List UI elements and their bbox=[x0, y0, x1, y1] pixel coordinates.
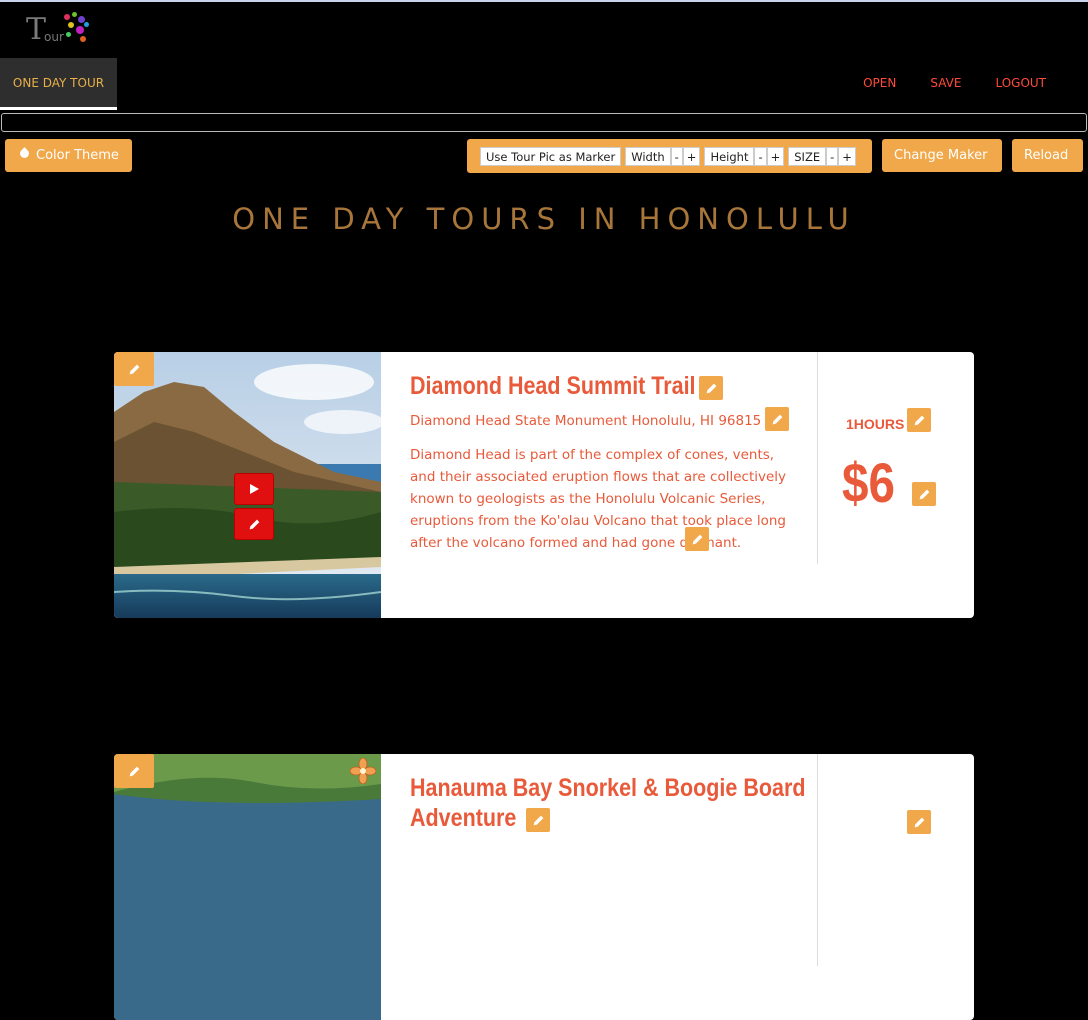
logo-subtext: our bbox=[44, 30, 64, 44]
pencil-icon bbox=[914, 415, 924, 425]
tour-title: Diamond Head Summit Trail bbox=[410, 372, 696, 400]
pencil-icon bbox=[533, 815, 543, 825]
tour-address: Diamond Head State Monument Honolulu, HI… bbox=[410, 413, 762, 429]
flower-icon bbox=[350, 758, 376, 784]
hanauma-bay-photo bbox=[114, 754, 381, 1020]
marker-options-group: Use Tour Pic as Marker Width - + Height … bbox=[467, 139, 872, 173]
edit-photo-button[interactable] bbox=[114, 754, 154, 788]
change-maker-button[interactable]: Change Maker bbox=[882, 139, 1002, 172]
pencil-icon bbox=[249, 519, 259, 529]
pencil-icon bbox=[919, 489, 929, 499]
size-plus-button[interactable]: + bbox=[838, 146, 856, 166]
height-label: Height bbox=[704, 146, 755, 166]
pencil-icon bbox=[914, 817, 924, 827]
tour-description: Diamond Head is part of the complex of c… bbox=[410, 447, 787, 551]
pencil-icon bbox=[129, 364, 139, 374]
edit-duration-button[interactable] bbox=[907, 810, 931, 834]
play-video-button[interactable] bbox=[234, 473, 274, 505]
tour-photo bbox=[114, 754, 381, 1020]
pencil-icon bbox=[129, 766, 139, 776]
pencil-icon bbox=[772, 414, 782, 424]
logo-dot bbox=[80, 36, 86, 42]
tour-price: $6 bbox=[842, 451, 895, 514]
height-minus-button[interactable]: - bbox=[754, 146, 767, 166]
logo-dot bbox=[72, 12, 77, 17]
edit-photo-button[interactable] bbox=[114, 352, 154, 386]
edit-address-button[interactable] bbox=[765, 407, 789, 431]
edit-title-button[interactable] bbox=[699, 376, 723, 400]
tour-card: Hanauma Bay Snorkel & Boogie Board Adven… bbox=[114, 754, 974, 1020]
color-theme-button[interactable]: Color Theme bbox=[5, 139, 132, 172]
input-bar[interactable] bbox=[1, 113, 1087, 132]
use-tour-pic-button[interactable]: Use Tour Pic as Marker bbox=[480, 146, 622, 166]
tour-card: Diamond Head Summit Trail Diamond Head S… bbox=[114, 352, 974, 618]
play-icon bbox=[250, 484, 259, 494]
card-divider bbox=[817, 754, 818, 966]
logo-dot bbox=[76, 26, 84, 34]
nav-save-link[interactable]: SAVE bbox=[930, 76, 961, 90]
nav-links: OPEN SAVE LOGOUT bbox=[863, 76, 1046, 90]
page-title: ONE DAY TOURS IN HONOLULU bbox=[232, 202, 856, 236]
edit-duration-button[interactable] bbox=[907, 408, 931, 432]
height-plus-button[interactable]: + bbox=[766, 146, 785, 166]
width-label: Width bbox=[625, 146, 671, 166]
logo-dot bbox=[68, 22, 74, 28]
width-minus-button[interactable]: - bbox=[670, 146, 683, 166]
logo-dot bbox=[84, 22, 89, 27]
edit-description-button[interactable] bbox=[685, 527, 709, 551]
pencil-icon bbox=[692, 534, 702, 544]
logo-letter: T bbox=[26, 12, 47, 47]
width-plus-button[interactable]: + bbox=[682, 146, 701, 166]
app-logo[interactable]: T our bbox=[22, 10, 94, 50]
logo-dot bbox=[64, 14, 70, 20]
reload-button[interactable]: Reload bbox=[1012, 139, 1083, 172]
tour-photo bbox=[114, 352, 381, 618]
nav-logout-link[interactable]: LOGOUT bbox=[995, 76, 1046, 90]
card-divider bbox=[817, 352, 818, 564]
size-minus-button[interactable]: - bbox=[826, 146, 839, 166]
tour-title-line2: Adventure bbox=[410, 804, 517, 832]
tour-title: Hanauma Bay Snorkel & Boogie Board bbox=[410, 774, 806, 802]
edit-title-button[interactable] bbox=[526, 808, 550, 832]
edit-price-button[interactable] bbox=[912, 482, 936, 506]
water-drop-icon bbox=[18, 147, 31, 160]
logo-dot bbox=[66, 32, 71, 37]
window-top-border bbox=[0, 0, 1088, 2]
edit-video-button[interactable] bbox=[234, 508, 274, 540]
color-theme-label: Color Theme bbox=[36, 148, 119, 163]
nav-tab-one-day-tour[interactable]: ONE DAY TOUR bbox=[0, 58, 117, 110]
tour-duration: 1HOURS bbox=[846, 416, 905, 432]
pencil-icon bbox=[706, 383, 716, 393]
size-label: SIZE bbox=[788, 146, 827, 166]
nav-open-link[interactable]: OPEN bbox=[863, 76, 896, 90]
